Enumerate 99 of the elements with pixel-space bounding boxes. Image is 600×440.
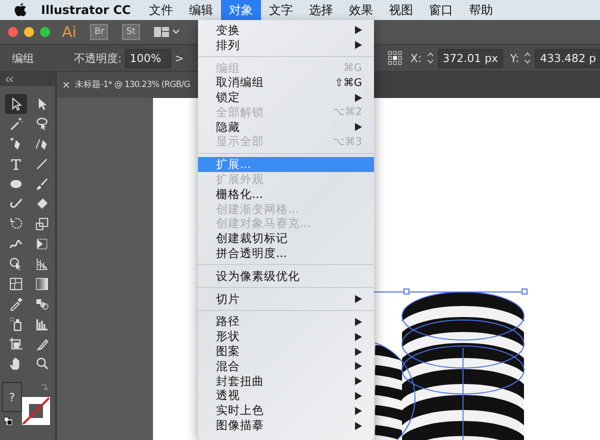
menu-item-label: 显示全部 [216, 134, 265, 150]
menu-item-label: 图像描摹 [216, 418, 265, 434]
y-label: Y: [510, 52, 520, 64]
menu-item[interactable]: 切片 [198, 292, 374, 307]
menu-item[interactable]: 隐藏 [198, 120, 374, 135]
opacity-expand-button[interactable]: > [174, 52, 184, 64]
menu-item-label: 路径 [216, 314, 241, 330]
menu-item[interactable]: 图案 [198, 344, 374, 359]
opacity-field[interactable]: 100% [124, 48, 171, 68]
magic-wand-icon [8, 116, 24, 132]
scale-icon [34, 216, 50, 232]
menu-bar-item[interactable]: 文件 [140, 0, 181, 20]
menu-bar-item[interactable]: 编辑 [180, 0, 221, 20]
document-tab-title: 未标题-1* @ 130.23% (RGB/G [74, 79, 190, 91]
menu-item[interactable]: 拼合透明度... [198, 246, 374, 261]
menu-item[interactable]: 透视 [198, 388, 374, 404]
workspace-layout-icon[interactable] [154, 26, 180, 38]
app-name[interactable]: Illustrator CC [33, 3, 141, 17]
menu-bar-item[interactable]: 窗口 [420, 0, 461, 20]
mesh-icon [8, 276, 24, 292]
menu-item-label: 形状 [216, 329, 241, 344]
menu-item[interactable]: 形状 [198, 329, 374, 344]
apple-logo-icon[interactable] [14, 2, 27, 18]
app-logo: Ai [62, 23, 76, 41]
menu-item-label: 创建对象马赛克... [216, 216, 312, 232]
menu-item[interactable]: 锁定 [198, 90, 374, 105]
collapse-panel-icon[interactable] [6, 76, 14, 82]
menu-item[interactable]: 栅格化... [198, 186, 374, 202]
menu-item-label: 编组 [216, 60, 241, 76]
x-label: X: [410, 52, 422, 64]
menu-bar-item[interactable]: 选择 [300, 0, 341, 20]
stepper-icon[interactable] [524, 52, 532, 64]
menu-bar-item[interactable]: 对象 [220, 0, 261, 20]
opacity-label: 不透明度: [74, 50, 122, 66]
bar-graph-icon [34, 316, 50, 332]
close-window-button[interactable] [8, 27, 18, 37]
stroke-none-swatch[interactable] [22, 397, 50, 425]
gradient-icon [34, 276, 50, 292]
menu-bar-item[interactable]: 帮助 [460, 0, 501, 20]
blend-icon [34, 296, 50, 312]
paintbrush-icon [34, 176, 50, 192]
search-icon [34, 356, 50, 372]
selection-arrow-tool[interactable] [5, 94, 27, 114]
eyedropper-icon [8, 296, 24, 312]
menu-item-label: 拼合透明度... [216, 246, 288, 262]
menu-item-label: 扩展外观 [216, 172, 265, 188]
stepper-icon[interactable] [426, 52, 434, 64]
menu-item-label: 全部解锁 [216, 104, 265, 120]
menu-item[interactable]: 路径 [198, 314, 374, 330]
menu-item[interactable]: 取消编组 ⇧⌘G [198, 75, 374, 90]
menu-item[interactable]: 混合 [198, 358, 374, 374]
menu-item-label: 封套扭曲 [216, 374, 265, 389]
symbol-sprayer-icon [8, 316, 24, 332]
menu-bar-item[interactable]: 文字 [260, 0, 301, 20]
type-tool-icon [8, 156, 24, 172]
menu-item[interactable]: 创建裁切标记 [198, 231, 374, 246]
menu-item-label: 创建渐变网格... [216, 202, 300, 217]
menu-item-label: 设为像素级优化 [216, 268, 301, 284]
menu-item-label: 创建裁切标记 [216, 231, 289, 246]
menu-item[interactable]: 设为像素级优化 [198, 268, 374, 284]
menu-item[interactable]: 实时上色 [198, 403, 374, 418]
menu-item-label: 栅格化... [216, 186, 264, 202]
menu-item-label: 扩展... [216, 157, 252, 172]
minimize-window-button[interactable] [24, 27, 34, 37]
line-segment-icon [34, 156, 50, 172]
free-transform-icon [34, 236, 50, 252]
close-tab-button[interactable]: × [62, 80, 70, 90]
zoom-window-button[interactable] [40, 27, 50, 37]
shortcut-label: ⌥⌘3 [332, 136, 362, 148]
shortcut-label: ⌘G [343, 62, 362, 74]
document-tab[interactable]: × 未标题-1* @ 130.23% (RGB/G [57, 72, 198, 98]
menu-item-label: 透视 [216, 388, 241, 404]
menu-item[interactable]: 封套扭曲 [198, 374, 374, 389]
perspective-grid-icon [34, 256, 50, 272]
shortcut-label: ⇧⌘G [334, 76, 362, 89]
shortcut-label: ⌥⌘2 [332, 106, 362, 118]
menu-bar-item[interactable]: 效果 [340, 0, 381, 20]
artboard-icon [8, 336, 24, 352]
menu-item-label: 实时上色 [216, 403, 265, 418]
menu-item[interactable]: 排列 [198, 38, 374, 53]
menu-item[interactable]: 图像描摹 [198, 418, 374, 433]
menu-item-label: 隐藏 [216, 120, 240, 135]
menu-item[interactable]: 变换 [198, 23, 374, 38]
x-position-field[interactable]: 372.01 px [438, 48, 504, 68]
menu-item-label: 混合 [216, 358, 241, 374]
menu-item-label: 锁定 [216, 90, 241, 106]
lasso-icon [34, 116, 50, 132]
menu-item-label: 切片 [216, 292, 241, 307]
menu-item-label: 取消编组 [216, 75, 265, 90]
menu-item-label: 排列 [216, 38, 241, 53]
swap-colors-icon[interactable] [40, 384, 48, 392]
menu-bar-item[interactable]: 视图 [380, 0, 421, 20]
reference-point-icon[interactable] [388, 51, 402, 65]
selection-type-label: 编组 [12, 50, 34, 66]
fill-swatch[interactable]: ? [2, 382, 22, 412]
menu-item-label: 图案 [216, 344, 241, 360]
default-colors-icon[interactable] [4, 417, 12, 425]
y-position-field[interactable]: 433.482 p [535, 48, 600, 68]
menu-item-label: 变换 [216, 22, 241, 38]
